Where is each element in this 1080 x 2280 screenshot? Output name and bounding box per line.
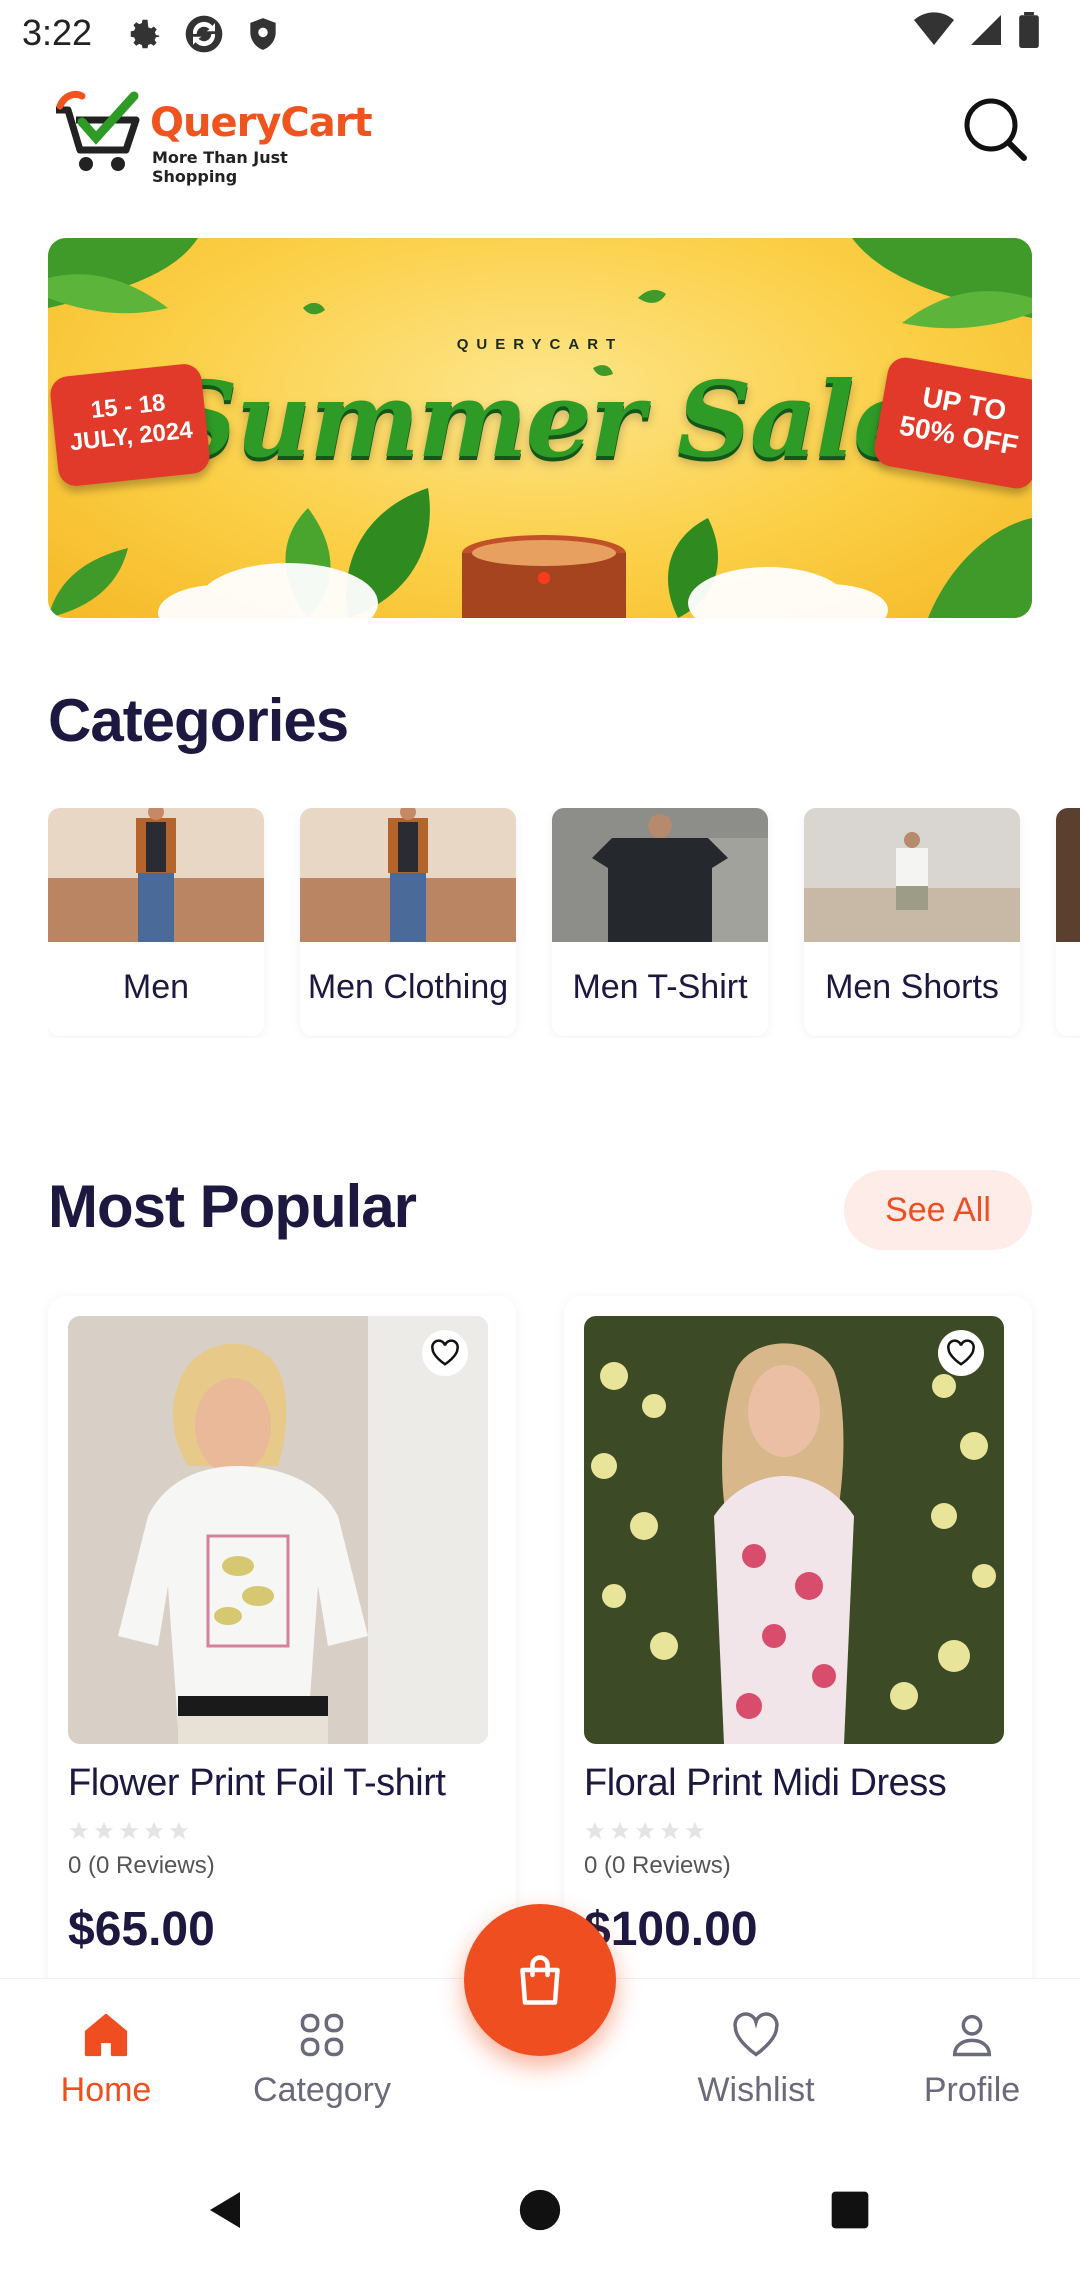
review-count: 0 (0 Reviews) (584, 1852, 731, 1879)
rating-stars (584, 1820, 706, 1842)
category-card-men[interactable]: Men (48, 808, 264, 1036)
see-all-button[interactable]: See All (844, 1170, 1032, 1250)
cart-logo-icon (56, 90, 140, 171)
product-card[interactable]: Flower Print Foil T-shirt 0 (0 Reviews) … (48, 1296, 516, 1996)
product-name: Floral Print Midi Dress (584, 1762, 947, 1804)
star-icon (119, 1821, 139, 1840)
banner-brand: QUERYCART (456, 336, 624, 353)
wifi-icon (914, 12, 954, 45)
shopping-bag-icon (520, 1955, 560, 2005)
battery-icon (1019, 12, 1039, 48)
star-icon (635, 1821, 655, 1840)
date-badge: 15 - 18 JULY, 2024 (48, 362, 212, 488)
category-card-men-shorts[interactable]: Men Shorts (804, 808, 1020, 1036)
shield-icon (250, 18, 276, 50)
nav-wishlist[interactable]: Wishlist (666, 1979, 846, 2129)
cart-button[interactable] (464, 1904, 616, 2056)
heart-icon (947, 1339, 975, 1366)
category-label: Men Shorts (825, 968, 999, 1006)
product-image (68, 1316, 488, 1744)
grid-icon (300, 2013, 344, 2057)
settings-icon (130, 19, 160, 49)
sync-icon (185, 15, 223, 53)
product-price: $100.00 (584, 1903, 758, 1956)
nav-label: Category (253, 2071, 391, 2109)
category-card-men-clothing[interactable]: Men Clothing (300, 808, 516, 1036)
promo-banner[interactable]: QUERYCART Summer Sale 15 - 18 JULY, 2024… (48, 238, 1032, 618)
heart-icon (733, 2012, 779, 2057)
back-icon[interactable] (202, 2186, 250, 2234)
product-image (584, 1316, 1004, 1744)
star-icon (660, 1821, 680, 1840)
category-image (300, 808, 516, 942)
category-image (804, 808, 1020, 942)
star-icon (69, 1821, 89, 1840)
user-icon (952, 2014, 992, 2057)
category-image (1056, 808, 1080, 942)
category-label: Men Clothing (307, 968, 509, 1006)
most-popular-title: Most Popular (48, 1173, 417, 1240)
nav-label: Profile (923, 2071, 1021, 2109)
recents-icon[interactable] (828, 2188, 872, 2232)
search-button[interactable] (960, 94, 1032, 166)
star-icon (610, 1821, 630, 1840)
star-icon (585, 1821, 605, 1840)
nav-label: Wishlist (697, 2071, 815, 2109)
categories-title: Categories (48, 687, 349, 754)
star-icon (169, 1821, 189, 1840)
signal-icon (971, 15, 1001, 45)
logo-brand: QueryCart (150, 100, 373, 146)
app-logo[interactable]: QueryCart More Than Just Shopping (52, 88, 373, 186)
category-list[interactable]: Men Men Clothing Men T-Shirt Men Shorts (48, 808, 1080, 1038)
nav-label: Home (60, 2071, 152, 2109)
logo-tagline: More Than Just Shopping (152, 148, 288, 186)
search-icon (964, 98, 1027, 161)
system-navigation-bar (0, 2140, 1080, 2280)
star-icon (685, 1821, 705, 1840)
nav-home[interactable]: Home (16, 1979, 196, 2129)
review-count: 0 (0 Reviews) (68, 1852, 215, 1879)
status-time: 3:22 (22, 12, 93, 53)
rating-stars (68, 1820, 190, 1842)
category-card-more[interactable] (1056, 808, 1080, 1036)
home-icon (84, 2013, 128, 2057)
category-image (48, 808, 264, 942)
status-bar: 3:22 (0, 0, 1080, 66)
heart-icon (431, 1339, 459, 1366)
wishlist-button[interactable] (938, 1330, 984, 1376)
nav-category[interactable]: Category (232, 1979, 412, 2129)
home-button-icon[interactable] (518, 2188, 562, 2232)
star-icon (94, 1821, 114, 1840)
product-name: Flower Print Foil T-shirt (68, 1762, 446, 1804)
product-price: $65.00 (68, 1903, 215, 1956)
wishlist-button[interactable] (422, 1330, 468, 1376)
category-card-men-tshirt[interactable]: Men T-Shirt (552, 808, 768, 1036)
category-label: Men (122, 968, 190, 1006)
category-image (552, 808, 768, 942)
product-card[interactable]: Floral Print Midi Dress 0 (0 Reviews) $1… (564, 1296, 1032, 1996)
category-label: Men T-Shirt (572, 968, 748, 1006)
star-icon (144, 1821, 164, 1840)
nav-profile[interactable]: Profile (882, 1979, 1062, 2129)
